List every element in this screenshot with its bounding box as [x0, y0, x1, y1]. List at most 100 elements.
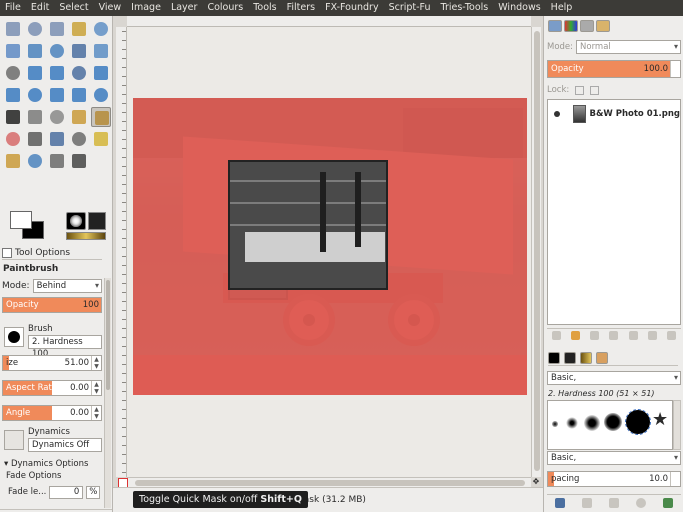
brush-grid[interactable]: ★	[547, 400, 673, 450]
menu-colours[interactable]: Colours	[202, 0, 248, 16]
menu-layer[interactable]: Layer	[166, 0, 203, 16]
layer-opacity-slider[interactable]: Opacity 100.0	[547, 60, 681, 78]
brush-item[interactable]	[552, 421, 558, 427]
tool-button-rotate[interactable]	[91, 63, 111, 83]
tab-gradients-icon[interactable]	[580, 352, 592, 364]
tool-button-myPaint-brush[interactable]	[69, 129, 89, 149]
tool-button-ink[interactable]	[47, 129, 67, 149]
canvas-vertical-scrollbar[interactable]	[531, 27, 541, 477]
tab-undo-icon[interactable]	[596, 20, 610, 32]
brush-spacing-slider[interactable]: pacing 10.0	[547, 471, 681, 487]
tool-button-measure[interactable]	[3, 63, 23, 83]
tool-button-flip[interactable]	[69, 85, 89, 105]
brush-item[interactable]	[566, 417, 578, 429]
tool-button-blur[interactable]	[25, 151, 45, 171]
brush-item[interactable]	[604, 413, 622, 431]
tool-button-foreground-select[interactable]	[25, 41, 45, 61]
menu-edit[interactable]: Edit	[26, 0, 54, 16]
foreground-color[interactable]	[10, 211, 32, 229]
dynamics-options-expander[interactable]: ▾ Dynamics Options	[4, 459, 88, 469]
brush-tag-entry[interactable]: Basic,	[547, 451, 681, 465]
tab-brushes-icon[interactable]	[548, 352, 560, 364]
edit-brush-icon[interactable]	[555, 497, 566, 508]
active-pattern-preview[interactable]	[88, 212, 106, 230]
tool-button-blend[interactable]	[47, 107, 67, 127]
tool-button-cage-transform[interactable]	[91, 85, 111, 105]
menu-select[interactable]: Select	[54, 0, 93, 16]
tab-channels-icon[interactable]	[564, 20, 578, 32]
tool-button-color-picker[interactable]	[69, 41, 89, 61]
dynamics-field[interactable]: Dynamics Off	[28, 438, 102, 452]
tool-button-clone[interactable]	[91, 129, 111, 149]
menu-view[interactable]: View	[94, 0, 127, 16]
menu-script-fu[interactable]: Script-Fu	[384, 0, 436, 16]
fade-length-input[interactable]: 0	[49, 485, 84, 499]
duplicate-layer-icon[interactable]	[628, 331, 638, 340]
tool-button-smudge[interactable]	[47, 151, 67, 171]
refresh-brushes-icon[interactable]	[662, 497, 673, 508]
tab-patterns-icon[interactable]	[564, 352, 576, 364]
tool-button-color-select[interactable]	[91, 19, 111, 39]
layer-mode-select[interactable]: Normal	[576, 40, 681, 54]
opacity-slider[interactable]: Opacity 100	[2, 297, 102, 313]
tool-button-zoom[interactable]	[91, 41, 111, 61]
brush-item[interactable]	[584, 415, 600, 431]
spacing-spin[interactable]	[670, 472, 680, 486]
tool-button-rect-select[interactable]	[3, 19, 23, 39]
navigate-icon[interactable]: ✥	[531, 477, 541, 487]
image-photo[interactable]	[133, 98, 527, 395]
tool-button-crop[interactable]	[69, 63, 89, 83]
fg-bg-colors[interactable]	[8, 209, 50, 243]
tool-button-shear[interactable]	[25, 85, 45, 105]
raise-layer-icon[interactable]	[590, 331, 600, 340]
tool-button-ellipse-select[interactable]	[25, 19, 45, 39]
brush-star-icon[interactable]: ★	[652, 410, 668, 430]
tool-button-bucket-fill[interactable]	[25, 107, 45, 127]
lock-alpha-icon[interactable]	[590, 85, 600, 95]
tool-button-paths[interactable]	[47, 41, 67, 61]
visibility-eye-icon[interactable]	[552, 110, 561, 118]
tool-button-perspective-clone[interactable]	[3, 151, 23, 171]
menu-filters[interactable]: Filters	[282, 0, 320, 16]
tool-button-dodge-burn[interactable]	[69, 151, 89, 171]
active-gradient-preview[interactable]	[66, 232, 106, 240]
brush-item-selected[interactable]	[625, 409, 651, 435]
anchor-layer-icon[interactable]	[647, 331, 657, 340]
tool-button-scissors-select[interactable]	[3, 41, 23, 61]
menu-fx-foundry[interactable]: FX-Foundry	[320, 0, 383, 16]
image-canvas[interactable]	[127, 27, 531, 477]
tab-paths-icon[interactable]	[580, 20, 594, 32]
angle-spin[interactable]: ▲ ▼	[91, 406, 101, 420]
tool-button-pencil[interactable]	[69, 107, 89, 127]
tool-button-scale[interactable]	[3, 85, 23, 105]
brush-name-field[interactable]: 2. Hardness 100	[28, 335, 102, 359]
brush-tag-filter[interactable]: Basic,	[547, 371, 681, 385]
tool-button-perspective[interactable]	[47, 85, 67, 105]
tool-button-airbrush[interactable]	[25, 129, 45, 149]
paint-mode-select[interactable]: Behind	[32, 279, 102, 293]
lower-layer-icon[interactable]	[609, 331, 619, 340]
tab-layers-icon[interactable]	[548, 20, 562, 32]
tab-tool-options[interactable]: Tool Options	[2, 246, 102, 260]
tool-button-eraser[interactable]	[3, 129, 23, 149]
tab-palettes-icon[interactable]	[596, 352, 608, 364]
size-spin[interactable]: ▲ ▼	[91, 356, 101, 370]
menu-file[interactable]: File	[0, 0, 26, 16]
menu-tools[interactable]: Tools	[248, 0, 281, 16]
new-layer-icon[interactable]	[552, 331, 562, 340]
angle-slider[interactable]: Angle 0.00 ▲ ▼	[2, 405, 102, 421]
tool-options-scrollbar[interactable]	[104, 278, 111, 508]
layer-opacity-spin[interactable]	[670, 61, 680, 77]
aspect-ratio-slider[interactable]: Aspect Ratio 0.00 ▲ ▼	[2, 380, 102, 396]
lock-pixels-icon[interactable]	[575, 85, 585, 95]
new-layer-group-icon[interactable]	[571, 331, 581, 340]
fade-unit-select[interactable]: %	[86, 485, 101, 499]
dynamics-swatch[interactable]	[4, 430, 24, 450]
menu-tries-tools[interactable]: Tries-Tools	[436, 0, 494, 16]
tool-button-text[interactable]	[3, 107, 23, 127]
delete-layer-icon[interactable]	[666, 331, 676, 340]
layer-row[interactable]: B&W Photo 01.png	[548, 102, 680, 126]
tool-button-paintbrush[interactable]	[91, 107, 111, 127]
menu-windows[interactable]: Windows	[493, 0, 545, 16]
active-brush-preview[interactable]	[66, 212, 86, 230]
